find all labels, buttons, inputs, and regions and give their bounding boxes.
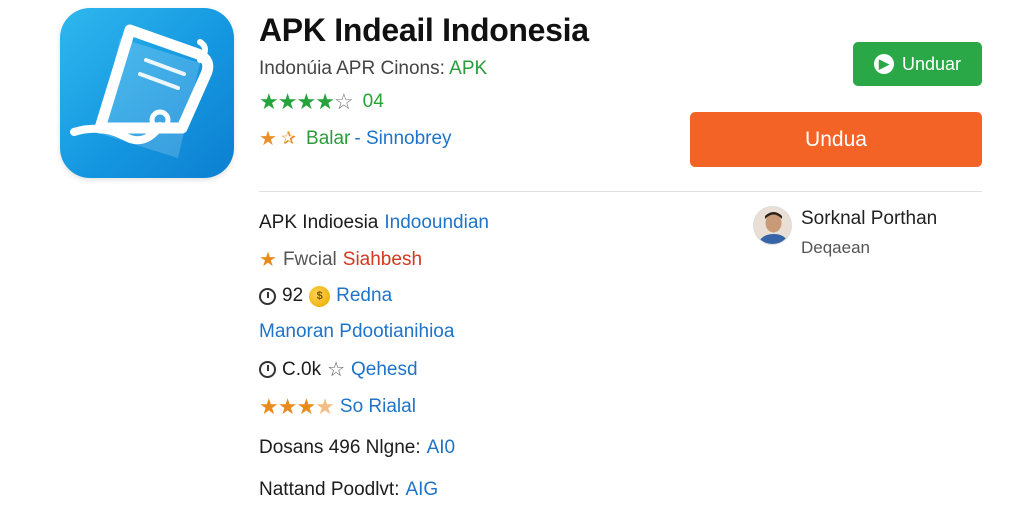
app-icon xyxy=(60,8,234,178)
app-subtitle: Indonúia APR Cinons: APK xyxy=(259,58,487,80)
timer-icon xyxy=(259,361,276,378)
info-line-3: 92 $ Redna xyxy=(259,285,392,307)
info-link[interactable]: AI0 xyxy=(427,437,456,459)
info-text: Dosans 496 Nlgne: xyxy=(259,437,421,458)
subtitle-accent[interactable]: APK xyxy=(449,58,487,79)
info-link[interactable]: AIG xyxy=(405,479,438,501)
install-button-small-label: Unduar xyxy=(901,53,962,74)
info-line-7: Dosans 496 Nlgne: AI0 xyxy=(259,437,455,459)
document-pen-icon xyxy=(70,24,214,158)
developer-name: Sinnobrey xyxy=(366,127,452,149)
star-icon: ★ xyxy=(259,128,277,150)
section-divider xyxy=(259,191,982,192)
info-line-5: C.0k ☆ Qehesd xyxy=(259,357,418,382)
author-role: Deqaean xyxy=(801,238,871,257)
info-value: 92 xyxy=(282,285,304,306)
coin-icon: $ xyxy=(309,285,331,307)
developer-row: ★ ✰ Balar - Sinnobrey xyxy=(259,126,452,151)
info-text: APK Indioesia xyxy=(259,212,379,233)
info-text: Fwcial xyxy=(282,248,337,270)
info-value: C.0k xyxy=(282,358,322,380)
developer-label: Balar xyxy=(306,127,351,149)
info-link[interactable]: Qehesd xyxy=(351,359,418,381)
star-outline-icon: ☆ xyxy=(333,89,354,114)
avatar[interactable] xyxy=(753,206,792,245)
info-accent[interactable]: Siahbesh xyxy=(343,249,422,271)
person-avatar-icon xyxy=(754,207,791,244)
developer-link[interactable]: - Sinnobrey xyxy=(354,128,451,150)
rating-stars-orange: ★★★★ xyxy=(259,394,335,419)
play-store-icon: ▶ xyxy=(873,54,894,74)
download-button-label: Undua xyxy=(805,127,867,151)
star-icon: ★ xyxy=(277,89,298,114)
install-button-small[interactable]: ▶ Unduar xyxy=(853,42,982,86)
info-line-6: ★★★★ So Rialal xyxy=(259,394,416,420)
star-icon: ★ xyxy=(296,89,316,114)
star-outline-icon: ✰ xyxy=(280,128,297,148)
info-link[interactable]: Manoran Pdootianihioa xyxy=(259,321,454,343)
info-link[interactable]: Redna xyxy=(336,285,392,307)
star-icon: ★ xyxy=(259,249,277,271)
info-link[interactable]: So Rialal xyxy=(340,396,416,418)
info-line-1: APK Indioesia Indooundian xyxy=(259,212,489,234)
star-outline-icon: ☆ xyxy=(327,359,346,381)
rating-value: 04 xyxy=(362,91,384,112)
download-button[interactable]: Undua xyxy=(690,112,982,167)
star-icon: ★ xyxy=(315,89,335,114)
info-line-2: ★ Fwcial Siahbesh xyxy=(259,247,422,272)
app-title: APK Indeail Indonesia xyxy=(259,12,589,48)
info-text: Nattand Poodlvt: xyxy=(259,479,400,500)
info-line-4: Manoran Pdootianihioa xyxy=(259,321,454,343)
star-icon: ★ xyxy=(259,89,279,114)
info-link[interactable]: Indooundian xyxy=(384,212,489,234)
rating-row: ★★★★☆ 04 xyxy=(259,91,384,113)
rating-stars: ★★★★☆ xyxy=(259,89,354,114)
clock-icon xyxy=(259,287,276,305)
author-name[interactable]: Sorknal Porthan xyxy=(801,208,937,230)
info-line-8: Nattand Poodlvt: AIG xyxy=(259,479,438,501)
subtitle-text: Indonúia APR Cinons: xyxy=(259,58,450,79)
